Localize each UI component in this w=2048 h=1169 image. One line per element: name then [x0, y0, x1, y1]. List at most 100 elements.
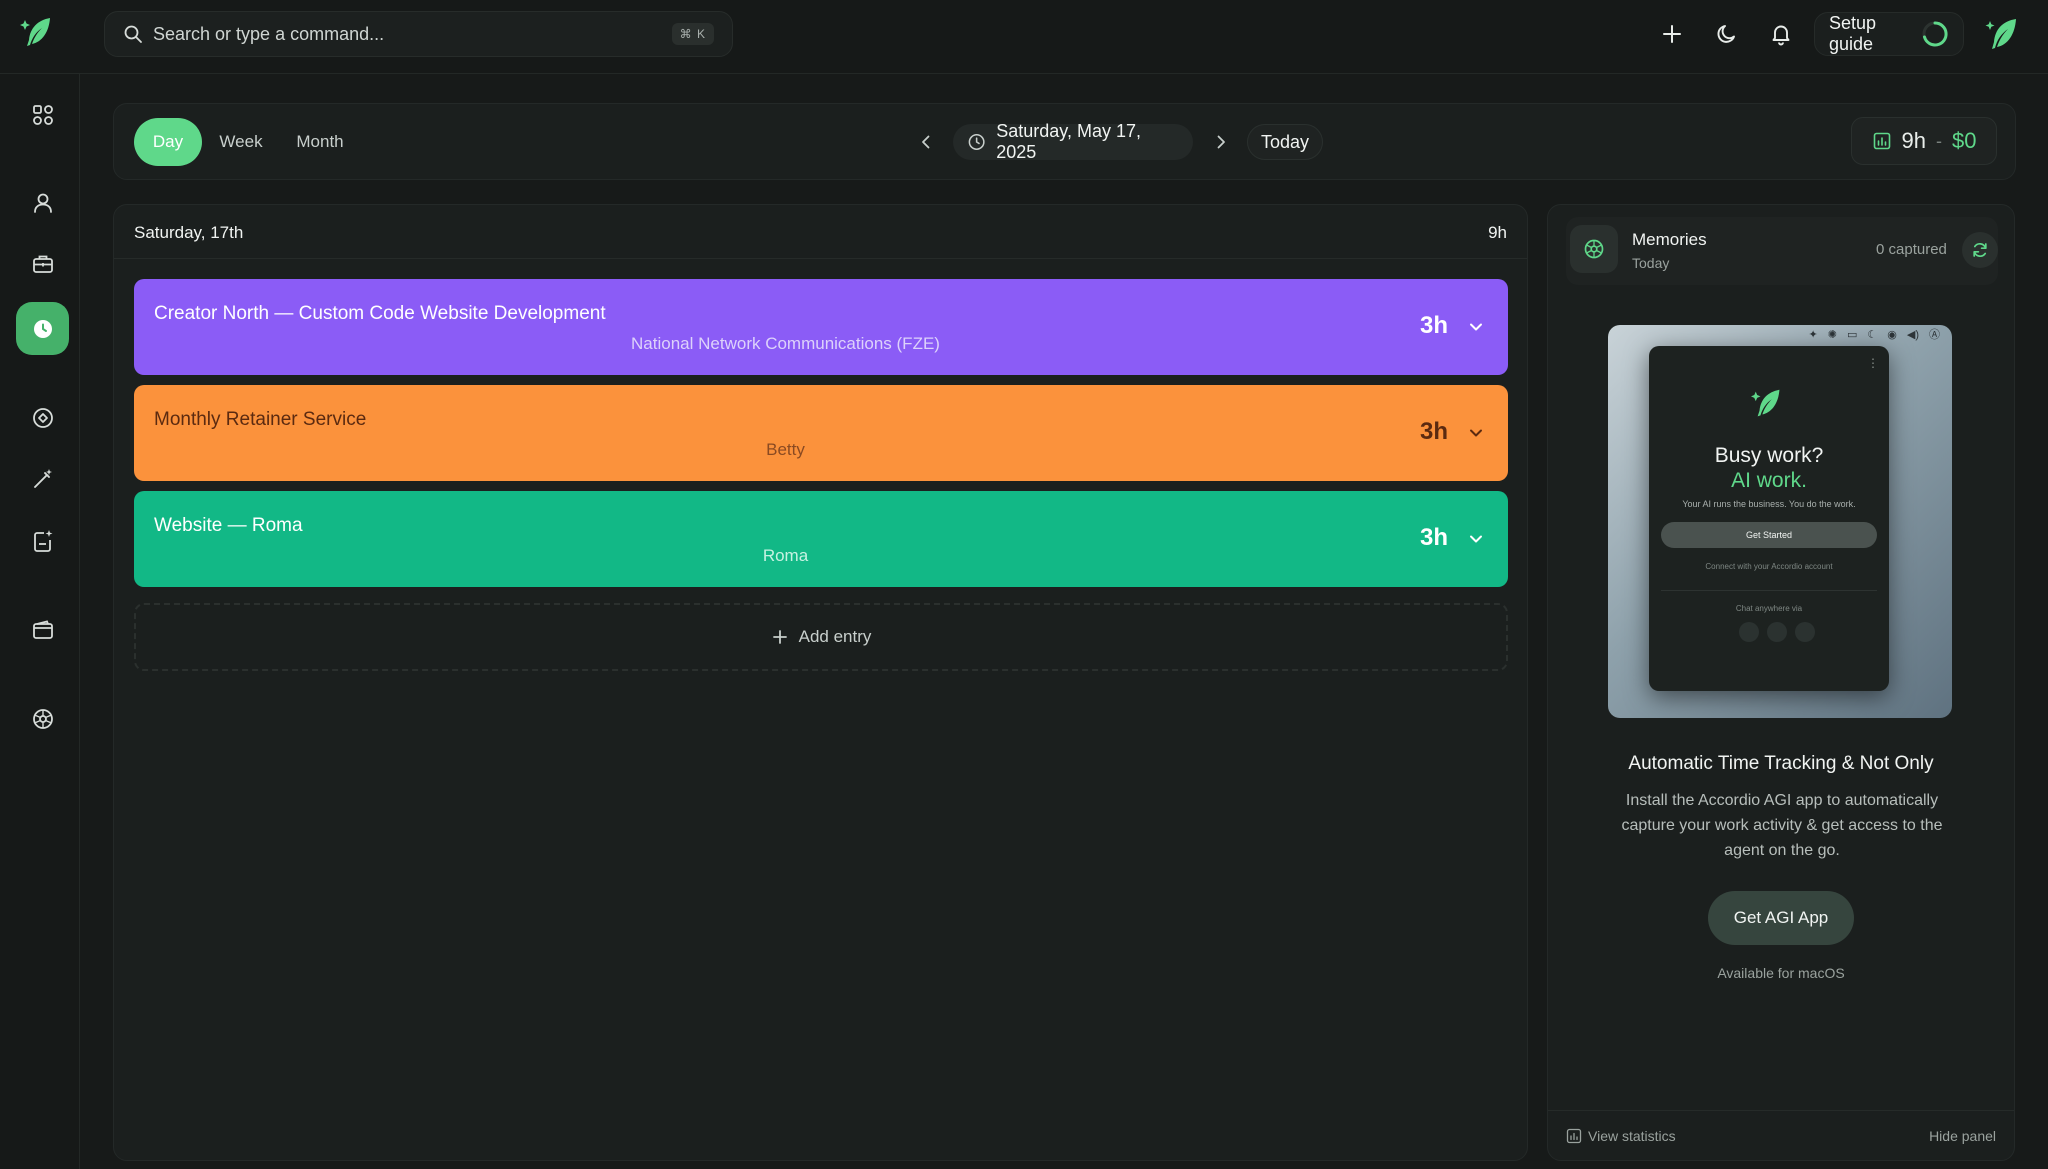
entry-client: National Network Communications (FZE): [631, 334, 940, 353]
date-picker[interactable]: Saturday, May 17, 2025: [953, 121, 1193, 162]
app-window-preview: ⋮ Busy work? AI work. Your AI runs the b…: [1649, 346, 1889, 691]
refresh-button[interactable]: [1962, 232, 1998, 268]
preview-chat-label: Chat anywhere via: [1735, 604, 1803, 613]
apps-grid-icon: [32, 104, 53, 125]
chart-icon: [1873, 132, 1890, 150]
nav-goals[interactable]: [16, 391, 69, 444]
plus-icon[interactable]: [1659, 21, 1685, 47]
search-shortcut: ⌘ K: [671, 23, 714, 45]
search-placeholder: Search or type a command...: [153, 23, 385, 44]
chevron-down-icon[interactable]: [1466, 317, 1486, 337]
telegram-icon: [1767, 622, 1787, 642]
nav-projects[interactable]: [16, 237, 69, 290]
promo-title: Automatic Time Tracking & Not Only: [1628, 753, 1934, 774]
whatsapp-icon: [1739, 622, 1759, 642]
more-icon: ⋮: [1867, 356, 1879, 370]
preview-get-started: Get Started: [1661, 522, 1877, 548]
search-bar[interactable]: Search or type a command... ⌘ K: [104, 11, 733, 57]
avatar[interactable]: [1983, 14, 2023, 54]
nav-apps[interactable]: [16, 88, 69, 141]
document-sparkle-icon: [33, 529, 52, 552]
preview-tagline: Your AI runs the business. You do the wo…: [1682, 499, 1856, 509]
divider: [1661, 590, 1877, 591]
total-separator: -: [1936, 130, 1942, 151]
current-date: Saturday, May 17, 2025: [996, 121, 1141, 162]
view-day-tab[interactable]: Day: [134, 118, 202, 166]
hide-panel-button[interactable]: Hide panel: [1929, 1128, 1996, 1144]
entry-title: Monthly Retainer Service: [154, 409, 367, 430]
preview-headline-accent: AI work.: [1731, 469, 1807, 492]
preview-connect-link: Connect with your Accordio account: [1705, 562, 1833, 571]
day-header: Saturday, 17th 9h: [114, 205, 1527, 259]
chevron-down-icon[interactable]: [1466, 529, 1486, 549]
user-icon: [33, 193, 52, 213]
sun-icon: ✺: [1827, 328, 1837, 341]
setup-guide-button[interactable]: Setup guide: [1814, 12, 1964, 56]
panel-footer: View statistics Hide panel: [1548, 1110, 2014, 1162]
memories-card: Memories Today 0 captured: [1566, 217, 1998, 285]
nav-contacts[interactable]: [16, 176, 69, 229]
next-date-button[interactable]: [1210, 131, 1232, 153]
view-month-tab[interactable]: Month: [280, 118, 360, 166]
keyboard-icon: Ⓐ: [1929, 329, 1940, 341]
app-logo-icon[interactable]: [20, 14, 58, 52]
chart-icon: [1566, 1128, 1582, 1144]
top-bar: Search or type a command... ⌘ K Setup gu…: [0, 0, 2048, 74]
leaf-icon: ✦: [1808, 328, 1818, 341]
availability-note: Available for macOS: [1717, 965, 1845, 981]
record-icon: ◉: [1887, 328, 1897, 341]
moon-icon[interactable]: [1714, 21, 1740, 47]
add-entry-button[interactable]: Add entry: [134, 603, 1508, 671]
target-icon: [32, 407, 53, 428]
nav-documents[interactable]: [16, 514, 69, 567]
calendar-toolbar: Day Week Month Saturday, May 17, 2025 To…: [113, 103, 2016, 180]
memories-count: 0 captured: [1876, 241, 1947, 258]
time-entry[interactable]: Website — Roma Roma 3h: [134, 491, 1508, 587]
wallet-icon: [32, 619, 53, 639]
briefcase-icon: [32, 255, 53, 273]
promo-screenshot: ✦ ✺ ▭ ☾ ◉ ◀) Ⓐ ⋮ Busy work? AI work. You…: [1608, 325, 1952, 718]
slack-icon: [1795, 622, 1815, 642]
promo-text: Install the Accordio AGI app to automati…: [1621, 792, 1943, 859]
moon-icon: ☾: [1867, 328, 1878, 341]
sidebar: [0, 74, 80, 1169]
entry-title: Website — Roma: [154, 515, 303, 536]
nav-agent[interactable]: [16, 692, 69, 745]
total-money: $0: [1952, 128, 1977, 153]
entry-client: Betty: [766, 440, 805, 459]
nav-ai-tools[interactable]: [16, 452, 69, 505]
progress-ring-icon: [1921, 20, 1949, 48]
memories-panel: Memories Today 0 captured ✦ ✺ ▭ ☾ ◉ ◀) Ⓐ…: [1547, 204, 2015, 1161]
today-button[interactable]: Today: [1247, 124, 1323, 160]
day-panel: Saturday, 17th 9h Creator North — Custom…: [113, 204, 1528, 1161]
entry-title: Creator North — Custom Code Website Deve…: [154, 303, 606, 324]
prev-date-button[interactable]: [915, 131, 937, 153]
bell-icon[interactable]: [1768, 21, 1794, 47]
nav-time-tracking[interactable]: [16, 302, 69, 355]
setup-guide-label: Setup guide: [1829, 13, 1877, 54]
entry-duration: 3h: [1419, 524, 1448, 551]
chevron-right-icon: [1217, 135, 1225, 149]
magic-wand-icon: [33, 468, 52, 488]
nav-finance[interactable]: [16, 603, 69, 656]
preview-headline: Busy work?: [1714, 444, 1824, 467]
add-entry-label: Add entry: [798, 627, 872, 646]
time-entry[interactable]: Creator North — Custom Code Website Deve…: [134, 279, 1508, 375]
view-statistics-link[interactable]: View statistics: [1566, 1128, 1676, 1144]
entry-client: Roma: [762, 546, 809, 565]
entry-duration: 3h: [1419, 312, 1448, 339]
memories-subtitle: Today: [1632, 255, 1670, 271]
day-hours: 9h: [1488, 223, 1507, 242]
ai-agent-icon: [32, 708, 53, 729]
refresh-icon: [1973, 242, 1987, 258]
total-hours: 9h: [1901, 128, 1926, 153]
day-label: Saturday, 17th: [134, 223, 244, 242]
chevron-down-icon[interactable]: [1466, 423, 1486, 443]
total-summary[interactable]: 9h - $0: [1851, 117, 1997, 165]
volume-icon: ◀): [1906, 328, 1919, 341]
time-entry[interactable]: Monthly Retainer Service Betty 3h: [134, 385, 1508, 481]
app-logo-icon: [1751, 386, 1787, 422]
get-agi-app-button[interactable]: Get AGI App: [1708, 891, 1854, 945]
entry-duration: 3h: [1419, 418, 1448, 445]
view-week-tab[interactable]: Week: [208, 118, 274, 166]
